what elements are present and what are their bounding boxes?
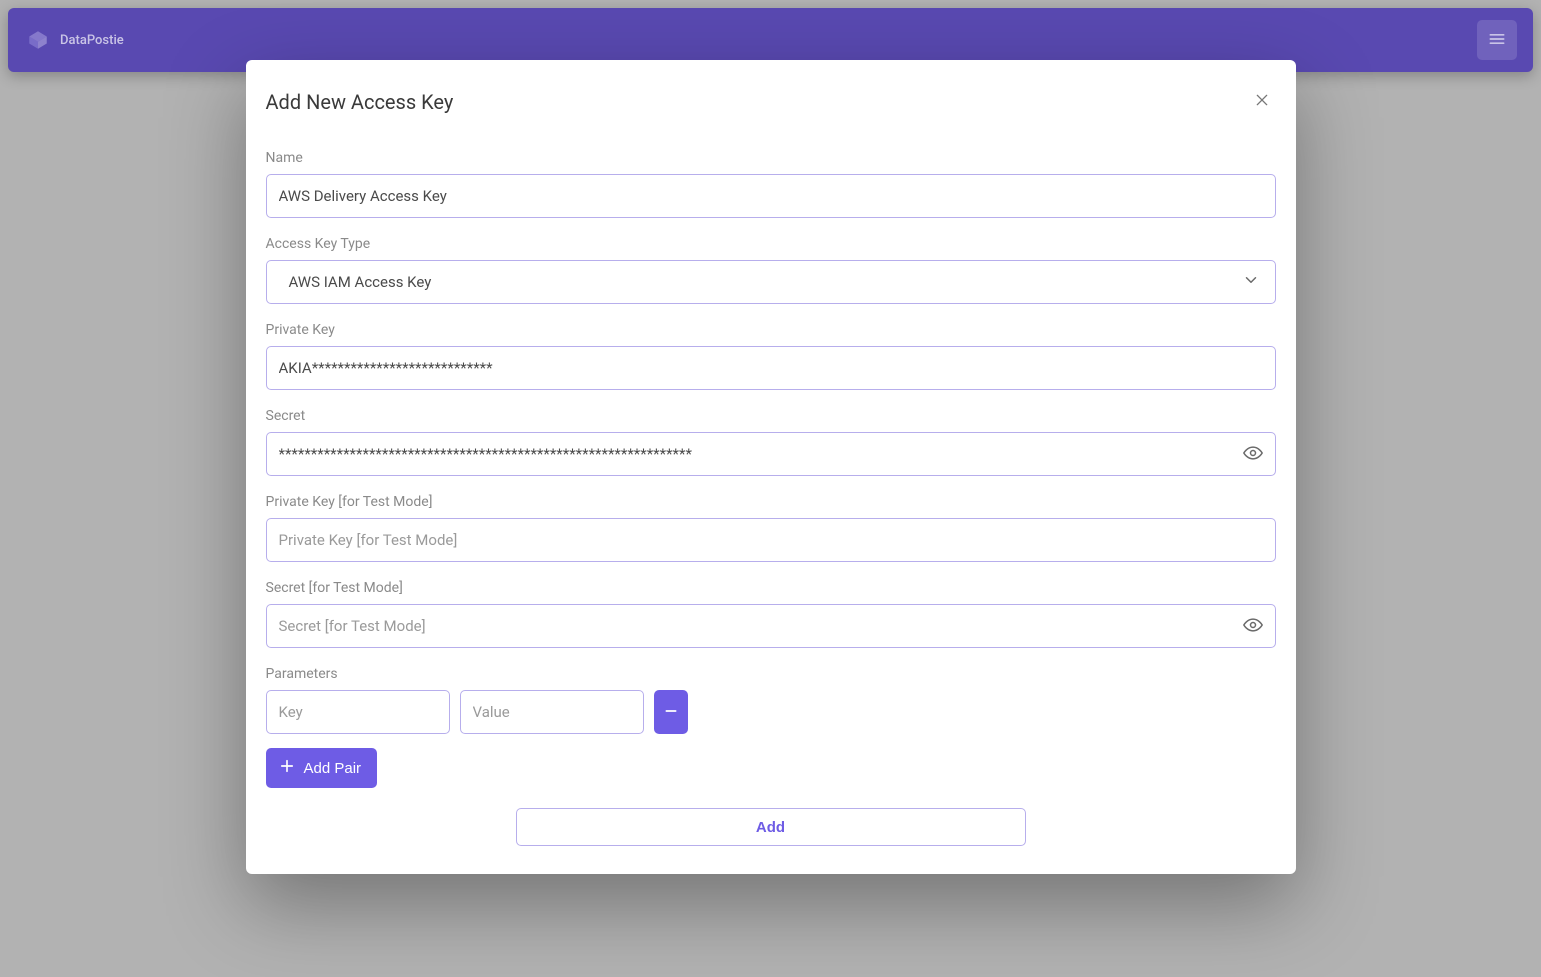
eye-icon (1243, 443, 1263, 466)
add-pair-button[interactable]: Add Pair (266, 748, 378, 788)
parameters-label: Parameters (266, 666, 1276, 682)
close-button[interactable] (1248, 88, 1276, 116)
modal-overlay: Add New Access Key Name Access Key Type (0, 0, 1541, 977)
remove-parameter-button[interactable] (654, 690, 688, 734)
secret-input[interactable] (266, 432, 1276, 476)
add-access-key-modal: Add New Access Key Name Access Key Type (246, 60, 1296, 874)
eye-icon (1243, 615, 1263, 638)
close-icon (1254, 91, 1270, 114)
private-key-label: Private Key (266, 322, 1276, 338)
minus-icon (663, 703, 679, 722)
toggle-secret-test-visibility-button[interactable] (1238, 611, 1268, 641)
add-pair-label: Add Pair (304, 760, 362, 777)
secret-test-label: Secret [for Test Mode] (266, 580, 1276, 596)
parameter-key-input[interactable] (266, 690, 450, 734)
plus-icon (278, 757, 296, 779)
type-label: Access Key Type (266, 236, 1276, 252)
toggle-secret-visibility-button[interactable] (1238, 439, 1268, 469)
parameter-row (266, 690, 1276, 734)
secret-label: Secret (266, 408, 1276, 424)
private-key-test-label: Private Key [for Test Mode] (266, 494, 1276, 510)
modal-title: Add New Access Key (266, 90, 454, 114)
name-label: Name (266, 150, 1276, 166)
private-key-input[interactable] (266, 346, 1276, 390)
access-key-type-select[interactable]: AWS IAM Access Key (266, 260, 1276, 304)
name-input[interactable] (266, 174, 1276, 218)
private-key-test-input[interactable] (266, 518, 1276, 562)
secret-test-input[interactable] (266, 604, 1276, 648)
add-button[interactable]: Add (516, 808, 1026, 846)
parameter-value-input[interactable] (460, 690, 644, 734)
